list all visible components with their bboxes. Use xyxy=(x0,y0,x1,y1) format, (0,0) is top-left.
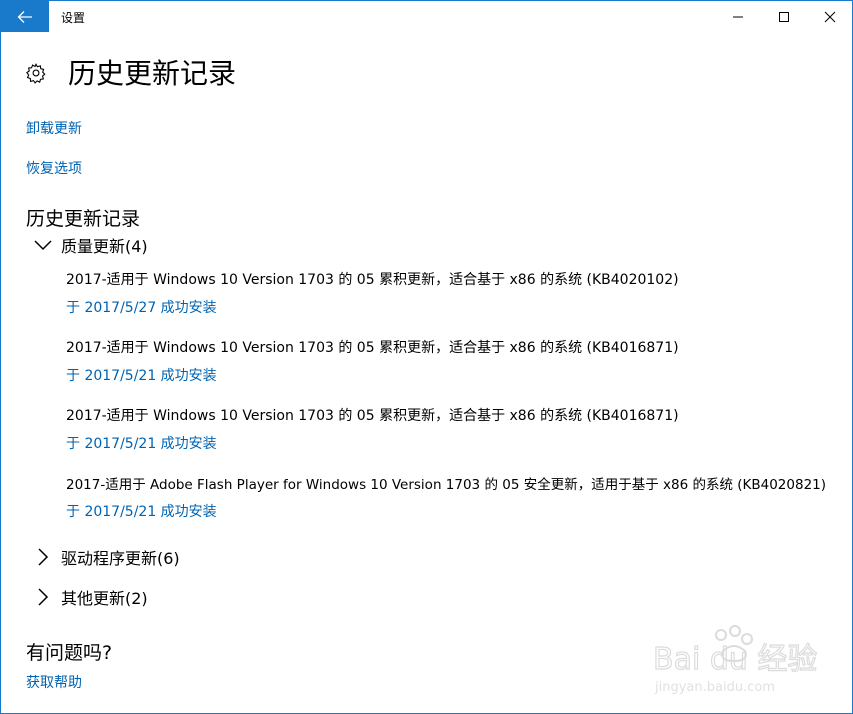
watermark-brand: Bai du 经验 xyxy=(653,642,817,677)
update-item-name: 2017-适用于 Windows 10 Version 1703 的 05 累积… xyxy=(66,340,679,356)
close-icon xyxy=(824,11,836,22)
group-label: 质量更新(4) xyxy=(61,237,148,256)
back-button[interactable] xyxy=(1,1,49,32)
get-help-link[interactable]: 获取帮助 xyxy=(26,672,82,692)
driver-updates-group[interactable]: 驱动程序更新(6) xyxy=(33,544,180,570)
group-label: 驱动程序更新(6) xyxy=(61,549,180,568)
chevron-right-icon xyxy=(38,588,49,606)
update-item-status-link[interactable]: 于 2017/5/21 成功安装 xyxy=(66,501,217,521)
chevron-down-icon xyxy=(34,240,52,251)
section-title: 历史更新记录 xyxy=(26,208,141,230)
quality-updates-group[interactable]: 质量更新(4) xyxy=(33,232,148,258)
update-item-status-link[interactable]: 于 2017/5/21 成功安装 xyxy=(66,433,217,453)
watermark-url: jingyan.baidu.com xyxy=(654,680,775,695)
minimize-icon xyxy=(733,16,743,17)
update-item-name: 2017-适用于 Windows 10 Version 1703 的 05 累积… xyxy=(66,408,679,424)
update-item-status-link[interactable]: 于 2017/5/27 成功安装 xyxy=(66,297,217,317)
group-label: 其他更新(2) xyxy=(61,589,148,608)
help-title: 有问题吗? xyxy=(26,642,113,664)
uninstall-updates-link[interactable]: 卸载更新 xyxy=(26,118,82,138)
maximize-icon xyxy=(779,11,789,22)
update-item-name: 2017-适用于 Adobe Flash Player for Windows … xyxy=(66,477,827,493)
gear-icon xyxy=(26,63,46,84)
minimize-button[interactable] xyxy=(715,1,761,32)
window-title: 设置 xyxy=(61,11,86,25)
maximize-button[interactable] xyxy=(761,1,807,32)
close-button[interactable] xyxy=(807,1,852,32)
recovery-options-link[interactable]: 恢复选项 xyxy=(26,158,82,178)
baidu-watermark-logo: Bai du 经验 jingyan.baidu.com xyxy=(652,625,818,695)
update-item-status-link[interactable]: 于 2017/5/21 成功安装 xyxy=(66,365,217,385)
settings-window: 设置 历史更新记录 卸载更新 恢复选项 历史更新记录 质量更新(4) 2017-… xyxy=(0,0,853,714)
update-item-name: 2017-适用于 Windows 10 Version 1703 的 05 累积… xyxy=(66,272,679,288)
title-bar: 设置 xyxy=(1,1,852,32)
back-arrow-icon xyxy=(17,10,32,23)
page-title: 历史更新记录 xyxy=(68,57,237,90)
chevron-right-icon xyxy=(38,548,49,566)
other-updates-group[interactable]: 其他更新(2) xyxy=(33,584,148,610)
